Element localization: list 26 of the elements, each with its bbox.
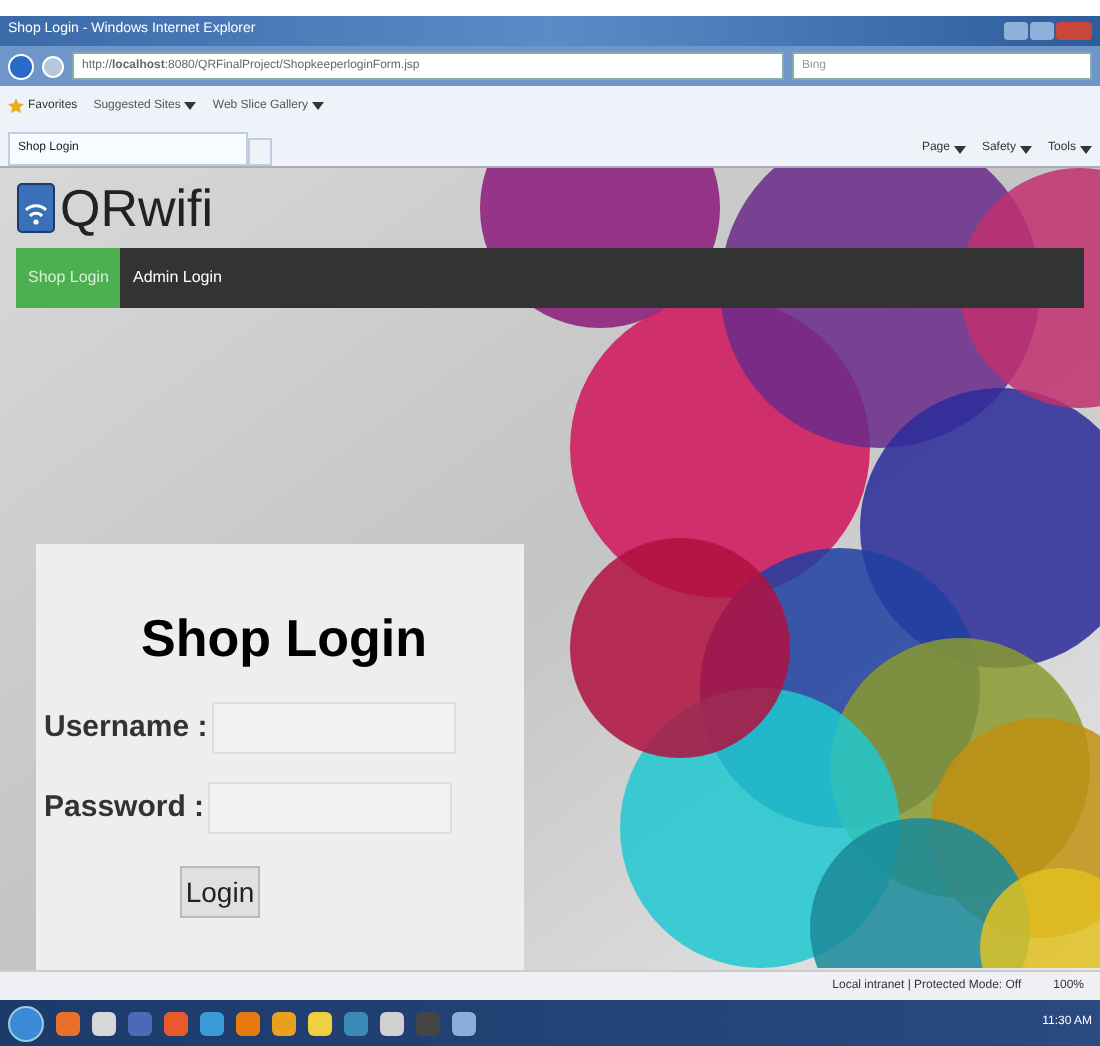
taskbar-app-icon[interactable] xyxy=(452,1011,476,1035)
login-button[interactable]: Login xyxy=(180,866,260,918)
field-label: Password : xyxy=(44,787,205,828)
back-button[interactable] xyxy=(8,53,34,79)
caret-icon xyxy=(311,102,324,110)
forward-button[interactable] xyxy=(42,55,64,77)
wifi-phone-icon xyxy=(16,182,56,234)
taskbar-app-icon[interactable] xyxy=(272,1011,296,1035)
taskbar-app-icon[interactable] xyxy=(236,1011,260,1035)
taskbar-app-icon[interactable] xyxy=(308,1011,332,1035)
star-icon xyxy=(8,98,24,114)
caret-icon xyxy=(953,145,966,153)
taskbar-app-icon[interactable] xyxy=(200,1011,224,1035)
maximize-button[interactable] xyxy=(1030,22,1054,40)
minimize-button[interactable] xyxy=(1004,22,1028,40)
nav-link[interactable]: Admin Login xyxy=(120,248,234,308)
login-title: Shop Login xyxy=(141,606,427,672)
caret-icon xyxy=(1019,145,1032,153)
taskbar-app-icon[interactable] xyxy=(56,1011,80,1035)
field-label: Username : xyxy=(44,707,208,748)
site-logo: QRwifi xyxy=(60,182,214,234)
taskbar-app-icon[interactable] xyxy=(92,1011,116,1035)
caret-icon xyxy=(1080,145,1092,153)
start-button[interactable] xyxy=(8,1005,44,1041)
taskbar-app-icon[interactable] xyxy=(380,1011,404,1035)
caret-icon xyxy=(184,102,197,110)
